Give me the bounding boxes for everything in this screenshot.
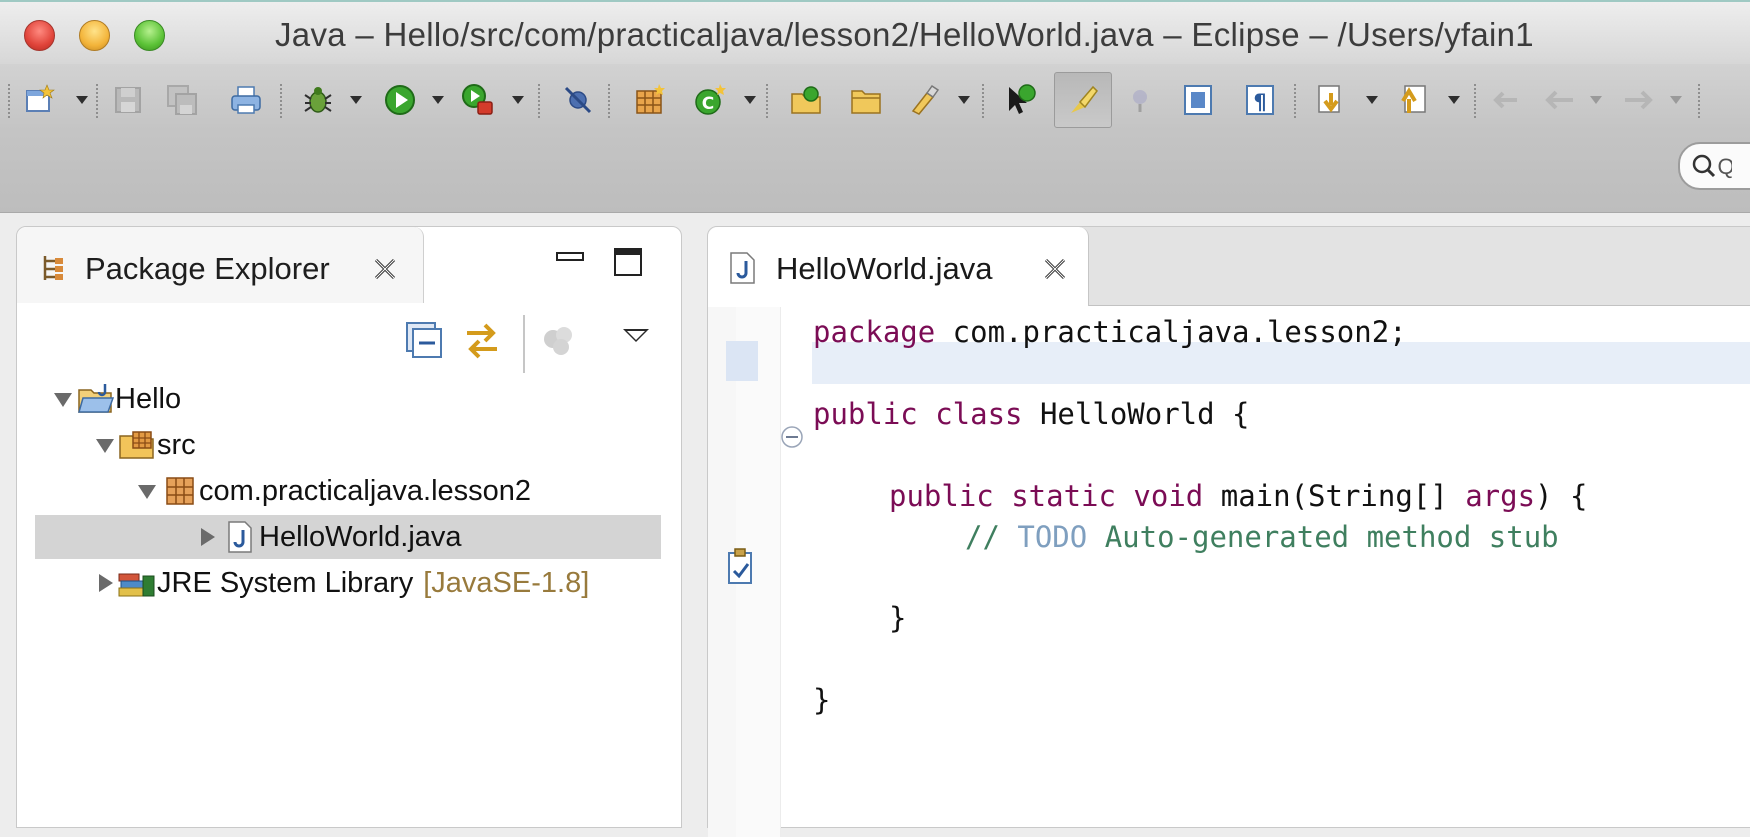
package-explorer-view: Package Explorer Hello src com.practical…: [16, 226, 682, 828]
back-icon: [1540, 78, 1580, 122]
code-line-class-decl[interactable]: public class HelloWorld {: [813, 397, 1250, 431]
focus-on-active-task-icon: [544, 327, 572, 355]
java-file-icon: [228, 521, 252, 553]
svg-text:C: C: [702, 94, 714, 114]
minimize-view-icon[interactable]: [555, 247, 585, 277]
tree-item-label: Hello: [115, 382, 182, 415]
save-icon: [108, 78, 148, 122]
main-toolbar: C ¶ Q: [0, 64, 1750, 213]
window-title: Java – Hello/src/com/practicaljava/lesso…: [275, 16, 1534, 53]
tree-item-decoration: [JavaSE-1.8]: [423, 566, 590, 599]
package-icon: [166, 477, 194, 505]
tree-item-java-file[interactable]: HelloWorld.java: [35, 515, 661, 559]
expanded-arrow-icon[interactable]: [51, 387, 75, 411]
editor-ruler: [708, 307, 781, 837]
expanded-arrow-icon[interactable]: [93, 433, 117, 457]
current-line-marker: [726, 341, 758, 381]
code-line-package[interactable]: package com.practicaljava.lesson2;: [813, 315, 1407, 349]
show-whitespace-icon[interactable]: ¶: [1240, 78, 1280, 122]
new-java-class-icon[interactable]: C: [690, 78, 730, 122]
maximize-view-icon[interactable]: [613, 247, 643, 277]
close-icon[interactable]: [371, 255, 399, 283]
toggle-block-selection-icon[interactable]: [1178, 78, 1218, 122]
open-folder-icon[interactable]: [846, 78, 886, 122]
tab-package-explorer[interactable]: Package Explorer: [17, 227, 424, 303]
close-icon[interactable]: [1041, 255, 1069, 283]
tree-item-label: JRE System Library: [157, 566, 414, 599]
title-bar: Java – Hello/src/com/practicaljava/lesso…: [0, 0, 1750, 66]
link-with-editor-icon[interactable]: [461, 319, 503, 361]
tree-item-source-folder[interactable]: src: [93, 423, 196, 467]
debug-icon[interactable]: [298, 78, 338, 122]
previous-annotation-icon[interactable]: [1392, 78, 1432, 122]
tree-item-label: HelloWorld.java: [259, 520, 462, 553]
tree-item-label: com.practicaljava.lesson2: [199, 474, 532, 507]
tree-item-project[interactable]: Hello: [51, 377, 181, 421]
new-icon[interactable]: [20, 78, 60, 122]
minimize-window-button[interactable]: [79, 20, 110, 51]
close-window-button[interactable]: [24, 20, 55, 51]
save-all-icon: [162, 78, 202, 122]
code-line-todo-comment[interactable]: // TODO Auto-generated method stub: [965, 520, 1559, 554]
svg-text:¶: ¶: [1253, 90, 1266, 114]
print-icon[interactable]: [226, 78, 266, 122]
expanded-arrow-icon[interactable]: [135, 479, 159, 503]
code-line-main-decl[interactable]: public static void main(String[] args) {: [889, 479, 1587, 513]
quick-access-search[interactable]: Q: [1678, 142, 1750, 190]
zoom-window-button[interactable]: [134, 20, 165, 51]
tab-label: HelloWorld.java: [776, 251, 993, 286]
skip-breakpoints-icon[interactable]: [558, 78, 598, 122]
fold-collapse-icon[interactable]: [780, 425, 804, 449]
package-explorer-icon: [43, 256, 63, 280]
toggle-mark-occurrences-icon[interactable]: [1054, 72, 1112, 128]
tab-helloworld-java[interactable]: HelloWorld.java: [708, 227, 1089, 306]
run-icon[interactable]: [380, 78, 420, 122]
tab-label: Package Explorer: [85, 251, 330, 286]
collapse-all-icon[interactable]: [403, 319, 445, 361]
java-project-icon: [78, 384, 115, 413]
collapsed-arrow-icon[interactable]: [195, 525, 219, 549]
library-icon: [118, 573, 155, 597]
toggle-breadcrumb-icon: [1120, 78, 1160, 122]
open-task-icon[interactable]: [1000, 78, 1040, 122]
tree-item-label: src: [157, 428, 196, 461]
tree-item-package[interactable]: com.practicaljava.lesson2: [135, 469, 531, 513]
new-java-package-icon[interactable]: [630, 78, 670, 122]
view-menu-icon[interactable]: [623, 329, 649, 342]
code-line-method-close[interactable]: }: [889, 601, 906, 635]
search-icon[interactable]: [904, 78, 944, 122]
last-edit-location-icon: [1486, 78, 1526, 122]
task-marker-icon[interactable]: [724, 547, 758, 587]
run-external-tools-icon[interactable]: [458, 78, 498, 122]
collapsed-arrow-icon[interactable]: [93, 571, 117, 595]
open-type-icon[interactable]: [786, 78, 826, 122]
tree-item-jre-library[interactable]: JRE System Library [JavaSE-1.8]: [93, 561, 589, 605]
java-file-icon: [730, 252, 755, 284]
source-folder-icon: [119, 431, 154, 459]
next-annotation-icon[interactable]: [1312, 78, 1352, 122]
svg-text:Q: Q: [1717, 154, 1732, 179]
magnifier-icon: Q: [1692, 154, 1732, 179]
code-line-class-close[interactable]: }: [813, 683, 830, 717]
forward-icon: [1618, 78, 1658, 122]
